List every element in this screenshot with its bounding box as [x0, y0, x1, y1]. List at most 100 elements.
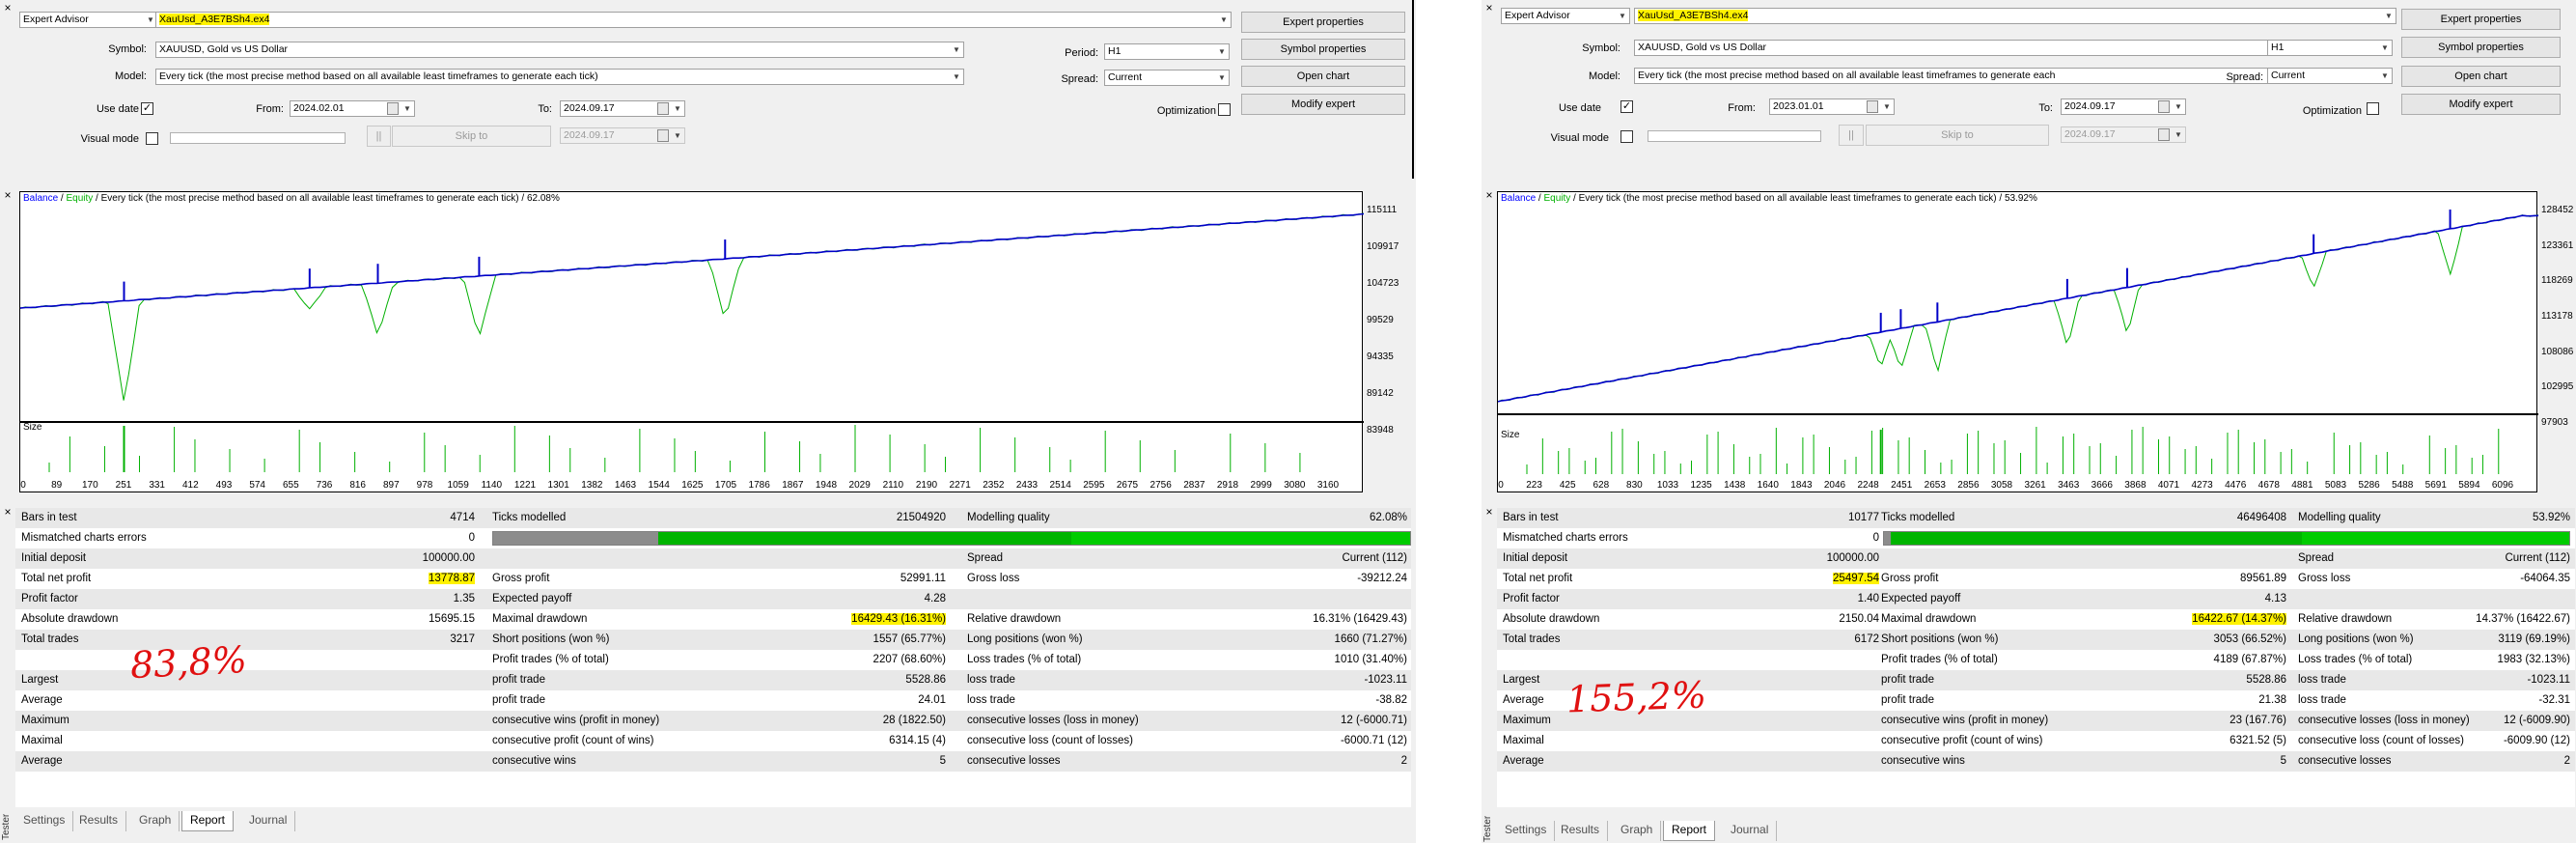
report-cell: 10177: [1848, 512, 1879, 523]
spread-select[interactable]: Current ▼: [1104, 70, 1230, 86]
from-date-field[interactable]: 2024.02.01 ▼: [290, 100, 415, 117]
size-label: Size: [23, 422, 42, 433]
calendar-icon[interactable]: [2158, 100, 2170, 113]
ea-file-name: XauUsd_A3E7BSh4.ex4: [1638, 10, 1749, 21]
calendar-icon[interactable]: [657, 129, 669, 142]
advisor-type-select[interactable]: Expert Advisor ▼: [19, 12, 158, 28]
close-icon[interactable]: ×: [1483, 2, 1495, 14]
x-tick-label: 1301: [547, 480, 569, 491]
report-cell: consecutive loss (count of losses): [2298, 735, 2464, 746]
expert-properties-button[interactable]: Expert properties: [1241, 12, 1405, 33]
period-select[interactable]: H1 ▼: [2267, 40, 2393, 56]
visual-speed-slider[interactable]: [170, 132, 346, 144]
symbol-select[interactable]: XAUUSD, Gold vs US Dollar▼: [155, 42, 964, 58]
tab-results[interactable]: Results: [1553, 821, 1609, 841]
x-tick-label: 412: [181, 480, 199, 491]
expert-properties-button[interactable]: Expert properties: [2401, 9, 2561, 30]
tab-report[interactable]: Report: [1663, 821, 1716, 841]
pause-button[interactable]: ||: [1839, 125, 1864, 146]
close-icon[interactable]: ×: [1483, 506, 1495, 518]
optimization-checkbox[interactable]: [1218, 103, 1231, 116]
y-tick-label: 118269: [2541, 275, 2573, 287]
report-cell: 15695.15: [429, 613, 475, 625]
report-cell: Relative drawdown: [967, 613, 1062, 625]
calendar-icon[interactable]: [387, 102, 399, 115]
tab-graph[interactable]: Graph: [1613, 821, 1662, 841]
ea-file-select[interactable]: XauUsd_A3E7BSh4.ex4 ▼: [155, 12, 1232, 28]
optimization-checkbox[interactable]: [2367, 102, 2379, 115]
symbol-select[interactable]: XAUUSD, Gold vs US Dollar▼: [1634, 40, 2283, 56]
from-date-field[interactable]: 2023.01.01 ▼: [1769, 98, 1895, 115]
report-row: Maximal consecutive profit (count of wins…: [1497, 731, 2575, 751]
to-date-field[interactable]: 2024.09.17 ▼: [2061, 98, 2186, 115]
open-chart-button[interactable]: Open chart: [1241, 66, 1405, 87]
calendar-icon[interactable]: [2158, 128, 2170, 141]
x-tick-label: 2190: [915, 480, 938, 491]
skip-to-button[interactable]: Skip to: [1866, 125, 2049, 146]
report-cell: Initial deposit: [1503, 552, 1568, 564]
report-cell: [1503, 650, 1676, 670]
x-tick-label: 2756: [1150, 480, 1172, 491]
use-date-checkbox[interactable]: ✓: [1620, 100, 1633, 113]
y-tick-label: 123361: [2541, 239, 2574, 251]
use-date-label: Use date: [1558, 102, 1601, 114]
tester-tabs: Settings Results Graph Report Journal: [15, 811, 498, 832]
skip-to-button[interactable]: Skip to: [392, 126, 551, 147]
graph-plot: [20, 212, 1364, 472]
report-row: Profit trades (% of total) 4189 (67.87%) L…: [1497, 650, 2575, 670]
symbol-properties-button[interactable]: Symbol properties: [2401, 37, 2561, 58]
tab-journal[interactable]: Journal: [241, 811, 296, 831]
report-cell: [243, 711, 475, 731]
close-icon[interactable]: ×: [2, 189, 14, 201]
skip-to-date-field[interactable]: 2024.09.17 ▼: [2061, 126, 2186, 143]
report-cell: Expected payoff: [1881, 593, 1961, 604]
visual-mode-checkbox[interactable]: [1620, 130, 1633, 143]
close-icon[interactable]: ×: [2, 506, 14, 518]
advisor-type-select[interactable]: Expert Advisor ▼: [1501, 8, 1630, 24]
period-select[interactable]: H1 ▼: [1104, 43, 1230, 60]
ea-file-select[interactable]: XauUsd_A3E7BSh4.ex4 ▼: [1634, 8, 2396, 24]
report-cell: Gross loss: [967, 573, 1020, 584]
tab-journal[interactable]: Journal: [1723, 821, 1778, 841]
chevron-down-icon: ▼: [2385, 12, 2393, 20]
modify-expert-button[interactable]: Modify expert: [2401, 94, 2561, 115]
model-select[interactable]: Every tick (the most precise method base…: [155, 69, 964, 85]
report-row: Bars in test 4714 Ticks modelled 21504920 Mo…: [15, 508, 1411, 528]
pause-button[interactable]: ||: [367, 126, 391, 147]
report-cell: -1023.11: [1364, 674, 1407, 686]
report-cell: -64064.35: [2520, 573, 2570, 584]
tab-settings[interactable]: Settings: [15, 811, 74, 831]
spread-select[interactable]: Current ▼: [2267, 68, 2393, 84]
report-cell: 4.28: [924, 593, 946, 604]
y-tick-label: 113178: [2541, 311, 2573, 322]
report-cell: consecutive losses (loss in money): [967, 715, 1139, 726]
visual-speed-slider[interactable]: [1648, 130, 1821, 142]
report-cell: [2452, 589, 2570, 609]
to-date-field[interactable]: 2024.09.17 ▼: [560, 100, 685, 117]
calendar-icon[interactable]: [657, 102, 669, 115]
x-tick-label: 1705: [714, 480, 737, 491]
y-tick-label: 104723: [1367, 278, 1399, 289]
symbol-properties-button[interactable]: Symbol properties: [1241, 39, 1405, 60]
model-select[interactable]: Every tick (the most precise method base…: [1634, 68, 2283, 84]
report-cell: [1676, 731, 1879, 751]
x-tick-label: 2918: [1216, 480, 1239, 491]
tab-report[interactable]: Report: [181, 811, 235, 831]
use-date-checkbox[interactable]: ✓: [141, 102, 153, 115]
report-cell: 16.31% (16429.43): [1313, 613, 1407, 625]
modify-expert-button[interactable]: Modify expert: [1241, 94, 1405, 115]
report-cell: Maximum: [21, 715, 69, 726]
visual-mode-checkbox[interactable]: [146, 132, 158, 145]
x-tick-label: 1033: [1656, 480, 1679, 491]
tab-graph[interactable]: Graph: [131, 811, 180, 831]
x-tick-label: 1382: [581, 480, 603, 491]
skip-to-date-field[interactable]: 2024.09.17 ▼: [560, 127, 685, 144]
report-cell: [967, 589, 1218, 609]
close-icon[interactable]: ×: [1483, 189, 1495, 201]
calendar-icon[interactable]: [1867, 100, 1878, 113]
tab-settings[interactable]: Settings: [1497, 821, 1556, 841]
close-icon[interactable]: ×: [2, 2, 14, 14]
open-chart-button[interactable]: Open chart: [2401, 66, 2561, 87]
x-tick-label: 830: [1626, 480, 1643, 491]
tab-results[interactable]: Results: [71, 811, 127, 831]
